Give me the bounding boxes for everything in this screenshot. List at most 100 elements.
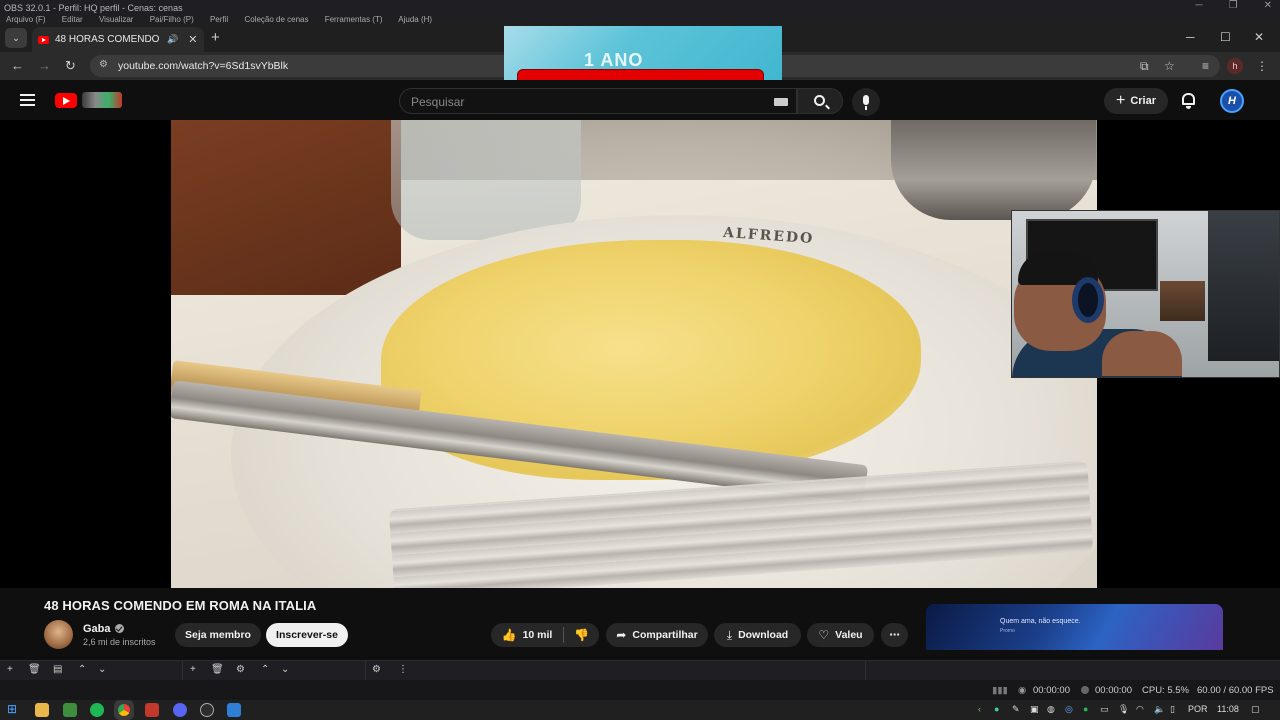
hamburger-menu-icon[interactable] xyxy=(20,94,35,109)
restore-icon[interactable]: ❐ xyxy=(1229,0,1238,11)
tray-wifi-icon[interactable]: ◠ xyxy=(1136,704,1144,715)
search-box[interactable]: Pesquisar xyxy=(399,88,797,114)
menu-perfil[interactable]: Perfil xyxy=(210,16,228,24)
source-down-icon[interactable]: ⌄ xyxy=(281,664,289,675)
back-arrow-icon[interactable]: ← xyxy=(11,58,24,73)
obs-title-bar: OBS 32.0.1 - Perfil: HQ perfil - Cenas: … xyxy=(0,0,1280,16)
webcam-wall-panel xyxy=(1208,211,1279,361)
new-tab-button[interactable]: + xyxy=(211,29,220,46)
install-app-icon[interactable]: ⧉ xyxy=(1140,59,1149,74)
browser-maximize-icon[interactable]: ☐ xyxy=(1220,30,1231,44)
channel-name[interactable]: Gaba xyxy=(83,623,124,635)
channel-name-text[interactable]: Gaba xyxy=(83,623,111,635)
scene-filter-icon[interactable]: ▤ xyxy=(53,664,62,675)
source-up-icon[interactable]: ⌃ xyxy=(261,664,269,675)
search-icon xyxy=(814,95,825,106)
browser-minimize-icon[interactable]: ─ xyxy=(1186,30,1195,44)
more-actions-button[interactable]: ⋯ xyxy=(881,623,908,647)
news-app-icon[interactable] xyxy=(145,703,159,717)
file-explorer-icon[interactable] xyxy=(35,703,49,717)
tray-spotify-icon[interactable]: ● xyxy=(1083,704,1088,714)
search-button[interactable] xyxy=(797,88,843,114)
tray-chevron-icon[interactable]: ‹ xyxy=(978,704,981,714)
like-button[interactable]: 👍 10 mil xyxy=(491,623,563,647)
thumbs-up-icon: 👍 xyxy=(501,628,517,642)
chrome-icon[interactable] xyxy=(118,704,130,716)
tray-volume-icon[interactable]: 🔈 xyxy=(1154,704,1165,715)
tab-search-dropdown[interactable]: ⌄ xyxy=(5,28,27,48)
remove-scene-icon[interactable]: 🗑 xyxy=(28,664,41,675)
related-video-thumbnail[interactable]: Quem ama, não esquece. Promo xyxy=(926,604,1223,650)
browser-tab-active[interactable]: 48 HORAS COMENDO EM ROMA NA ITALIA 🔊 ✕ xyxy=(32,27,204,52)
add-scene-icon[interactable]: + xyxy=(7,664,13,675)
account-avatar[interactable]: H xyxy=(1220,89,1244,113)
mixer-settings-icon[interactable]: ⚙ xyxy=(372,664,381,675)
tray-display-icon[interactable]: ▭ xyxy=(1100,704,1109,715)
spotify-icon[interactable] xyxy=(90,703,104,717)
windows-start-icon[interactable]: ⊞ xyxy=(7,702,21,716)
obs-window-title: OBS 32.0.1 - Perfil: HQ perfil - Cenas: … xyxy=(4,3,183,13)
remove-source-icon[interactable]: 🗑 xyxy=(211,664,224,675)
thanks-button[interactable]: ♡ Valeu xyxy=(807,623,874,647)
browser-profile-avatar[interactable]: h xyxy=(1227,58,1243,74)
tray-globe-icon[interactable]: ◍ xyxy=(1047,704,1055,715)
menu-editar[interactable]: Editar xyxy=(62,16,83,24)
menu-pai-filho[interactable]: Pai/Filho (P) xyxy=(150,16,194,24)
tray-mic-icon[interactable]: 🎙 xyxy=(1118,704,1129,715)
pinned-app-icon[interactable] xyxy=(227,703,241,717)
video-wall xyxy=(171,120,401,295)
source-properties-icon[interactable]: ⚙ xyxy=(236,664,245,675)
close-icon[interactable]: ✕ xyxy=(1264,0,1272,11)
menu-arquivo[interactable]: Arquivo (F) xyxy=(6,16,46,24)
menu-ferramentas[interactable]: Ferramentas (T) xyxy=(325,16,383,24)
browser-close-icon[interactable]: ✕ xyxy=(1254,30,1264,44)
join-button[interactable]: Seja membro xyxy=(175,623,261,647)
minimize-icon[interactable]: ─ xyxy=(1196,0,1203,11)
media-controls-icon[interactable]: ≡ xyxy=(1202,59,1209,73)
keyboard-icon[interactable] xyxy=(774,98,788,106)
tray-window-icon[interactable]: ▣ xyxy=(1030,704,1039,715)
mixer-more-icon[interactable]: ⋮ xyxy=(398,664,408,675)
tray-pen-icon[interactable]: ✎ xyxy=(1012,704,1020,715)
download-button[interactable]: ⤓ Download xyxy=(714,623,801,647)
bookmark-star-icon[interactable]: ☆ xyxy=(1164,59,1175,73)
dislike-button[interactable]: 👎 xyxy=(564,623,599,647)
share-arrow-icon: ➦ xyxy=(616,628,627,642)
share-button[interactable]: ➦ Compartilhar xyxy=(606,623,708,647)
like-count: 10 mil xyxy=(522,629,553,641)
menu-colecao-cenas[interactable]: Coleção de cenas xyxy=(244,16,308,24)
tray-steam-icon[interactable]: ◎ xyxy=(1065,704,1073,715)
move-down-icon[interactable]: ⌄ xyxy=(98,664,106,675)
tray-battery-icon[interactable]: ▯ xyxy=(1170,704,1175,715)
add-source-icon[interactable]: + xyxy=(190,664,196,675)
tray-app-icon[interactable]: ● xyxy=(994,704,999,714)
site-info-icon[interactable]: ⚙ xyxy=(99,59,108,70)
menu-ajuda[interactable]: Ajuda (H) xyxy=(398,16,432,24)
store-app-icon[interactable] xyxy=(63,703,77,717)
language-indicator[interactable]: POR xyxy=(1188,704,1208,714)
notification-center-icon[interactable]: ▢ xyxy=(1251,704,1260,715)
speaker-icon[interactable]: 🔊 xyxy=(167,34,178,45)
subscribe-label: Inscrever-se xyxy=(276,629,338,641)
voice-search-mic-icon[interactable] xyxy=(852,88,880,116)
tab-close-icon[interactable]: ✕ xyxy=(188,33,197,46)
thanks-heart-icon: ♡ xyxy=(818,628,830,642)
subscribe-button[interactable]: Inscrever-se xyxy=(266,623,348,647)
network-bars-icon: ▮▮▮ xyxy=(992,685,1008,696)
forward-arrow-icon[interactable]: → xyxy=(38,58,51,73)
create-button[interactable]: + Criar xyxy=(1104,88,1168,114)
taskbar-clock[interactable]: 11:08 xyxy=(1217,704,1239,714)
video-frame[interactable]: ALFREDO xyxy=(171,120,1097,588)
discord-icon[interactable] xyxy=(173,703,187,717)
move-up-icon[interactable]: ⌃ xyxy=(78,664,86,675)
channel-avatar[interactable] xyxy=(44,620,73,649)
youtube-logo[interactable] xyxy=(55,93,77,108)
reload-icon[interactable]: ↻ xyxy=(65,58,76,74)
obs-app-icon[interactable] xyxy=(200,703,214,717)
youtube-doodle-logo[interactable] xyxy=(82,92,122,108)
url-text[interactable]: youtube.com/watch?v=6Sd1svYbBlk xyxy=(118,60,288,72)
notifications-bell-icon[interactable] xyxy=(1182,93,1195,109)
menu-visualizar[interactable]: Visualizar xyxy=(99,16,134,24)
browser-menu-icon[interactable]: ⋮ xyxy=(1256,59,1268,73)
stream-status-icon: ◉ xyxy=(1018,685,1027,696)
